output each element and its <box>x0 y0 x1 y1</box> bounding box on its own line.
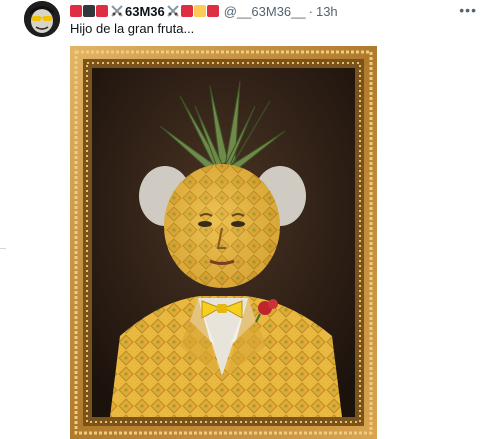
crossed-swords-icon <box>167 5 179 17</box>
tweet[interactable]: 63M36 @__63M36__ · 13h ••• Hijo de la gr… <box>0 0 501 439</box>
tweet-image[interactable] <box>70 46 377 439</box>
avatar-face-icon <box>24 1 60 37</box>
tweet-text: Hijo de la gran fruta... <box>70 21 195 36</box>
divider <box>0 248 6 249</box>
timestamp[interactable]: 13h <box>316 4 338 19</box>
black-square-emoji <box>83 5 95 17</box>
crossed-swords-icon <box>111 5 123 17</box>
separator-dot: · <box>308 3 313 19</box>
red-square-emoji <box>180 5 193 17</box>
tweet-header: 63M36 @__63M36__ · 13h <box>70 2 338 20</box>
red-square-emoji <box>70 5 82 17</box>
yellow-square-emoji <box>193 5 206 17</box>
pineapple-portrait-image <box>70 46 377 439</box>
avatar[interactable] <box>24 1 60 37</box>
user-handle[interactable]: @__63M36__ <box>224 4 306 19</box>
display-name[interactable]: 63M36 <box>125 4 165 19</box>
red-square-emoji <box>96 5 108 17</box>
more-horizontal-icon[interactable]: ••• <box>459 2 477 18</box>
red-square-emoji <box>206 5 219 17</box>
